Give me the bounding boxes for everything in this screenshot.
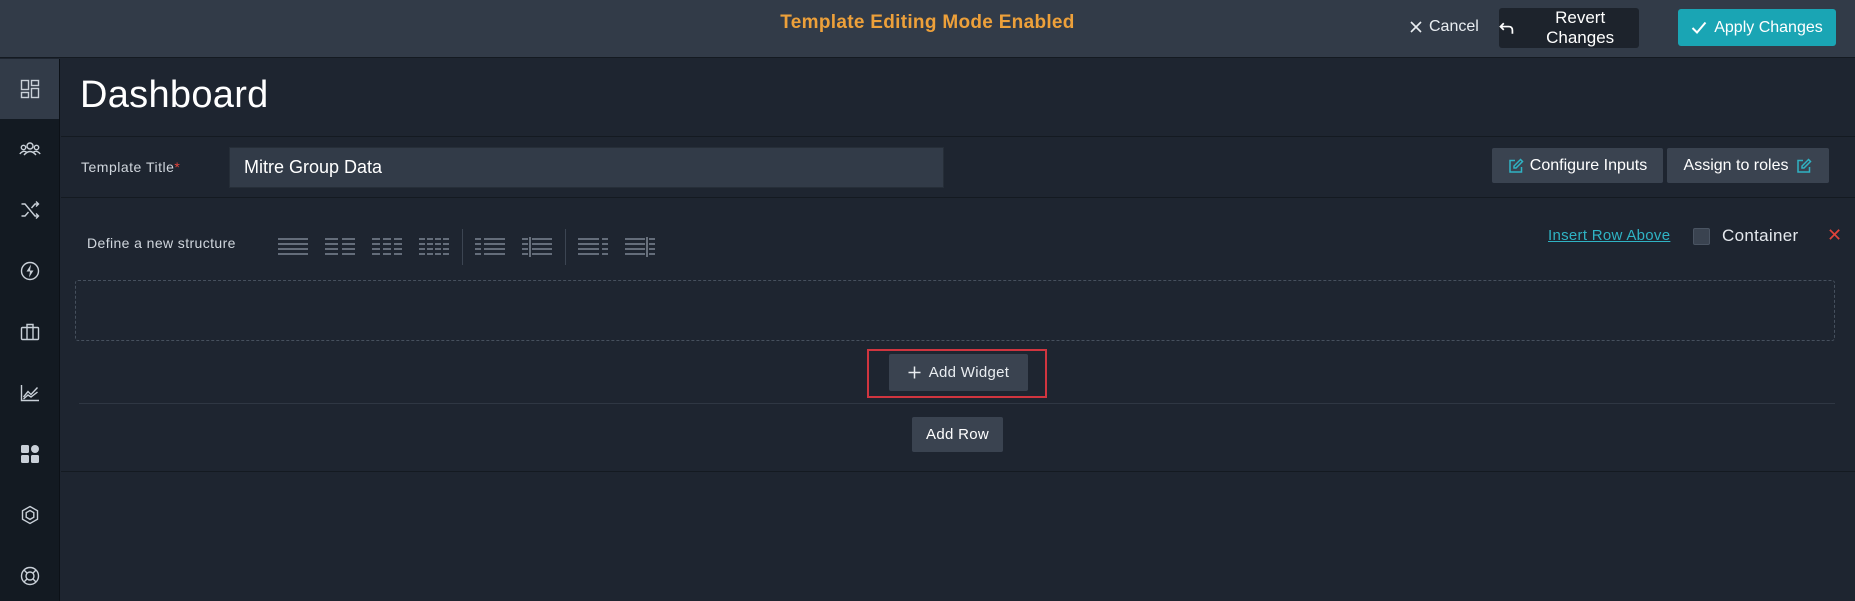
sidebar-item-analytics[interactable]	[0, 363, 59, 423]
row-structure-editor: Define a new structure Insert Row Above …	[61, 199, 1855, 472]
add-widget-button[interactable]: Add Widget	[889, 354, 1028, 391]
layout-4-columns-icon[interactable]	[417, 236, 451, 258]
assign-to-roles-button[interactable]: Assign to roles	[1667, 148, 1829, 183]
shuffle-icon	[21, 201, 39, 219]
widget-drop-zone[interactable]	[75, 280, 1835, 341]
configure-inputs-button[interactable]: Configure Inputs	[1492, 148, 1663, 183]
lifebuoy-icon	[20, 566, 39, 586]
layout-sidebar-right-icon[interactable]	[576, 236, 610, 258]
sidebar-item-dashboard[interactable]	[0, 59, 59, 119]
checkmark-icon	[1692, 21, 1707, 34]
revert-changes-button[interactable]: Revert Changes	[1499, 8, 1639, 48]
apply-changes-label: Apply Changes	[1714, 18, 1823, 36]
layout-outdent-icon[interactable]	[623, 236, 657, 258]
cancel-label: Cancel	[1429, 18, 1479, 35]
layout-3-columns-icon[interactable]	[370, 236, 404, 258]
template-title-input[interactable]	[229, 147, 944, 188]
add-row-button[interactable]: Add Row	[912, 417, 1003, 452]
row-divider	[79, 403, 1835, 404]
plus-icon	[908, 366, 921, 379]
container-label: Container	[1722, 226, 1799, 245]
configure-inputs-label: Configure Inputs	[1529, 156, 1648, 174]
layout-separator	[462, 229, 463, 265]
layout-separator	[565, 229, 566, 265]
add-widget-label: Add Widget	[928, 364, 1010, 381]
dashboard-icon	[20, 79, 39, 99]
page-title: Dashboard	[80, 74, 269, 116]
sidebar-item-groups[interactable]	[0, 119, 59, 179]
required-marker: *	[174, 159, 181, 175]
insert-row-above-link[interactable]: Insert Row Above	[1548, 227, 1670, 244]
chart-icon	[20, 385, 39, 402]
sidebar-item-widgets[interactable]	[0, 424, 59, 484]
lightning-icon	[20, 261, 39, 281]
cancel-button[interactable]: Cancel	[1400, 13, 1489, 41]
assign-to-roles-label: Assign to roles	[1683, 156, 1789, 174]
widgets-icon	[20, 445, 39, 463]
hexagon-icon	[21, 505, 38, 525]
template-title-label: Template Title*	[81, 159, 180, 175]
sidebar-item-content-hub[interactable]	[0, 485, 59, 545]
sidebar-item-resources[interactable]	[0, 302, 59, 362]
edit-icon	[1797, 157, 1813, 173]
edit-icon	[1509, 157, 1524, 173]
sidebar-item-workflows[interactable]	[0, 180, 59, 240]
sidebar-item-automation[interactable]	[0, 241, 59, 301]
group-icon	[18, 142, 41, 156]
template-title-label-text: Template Title	[81, 159, 175, 175]
remove-row-icon[interactable]: ✕	[1827, 225, 1842, 246]
apply-changes-button[interactable]: Apply Changes	[1678, 9, 1836, 46]
template-title-row: Template Title* Configure Inputs Assign …	[61, 138, 1855, 198]
layout-sidebar-left-icon[interactable]	[473, 236, 507, 258]
layout-1-column-icon[interactable]	[276, 236, 310, 258]
sidebar	[0, 59, 60, 601]
close-icon	[1410, 21, 1422, 33]
layout-2-columns-icon[interactable]	[323, 236, 357, 258]
layout-indent-icon[interactable]	[520, 236, 554, 258]
sidebar-item-support[interactable]	[0, 546, 59, 601]
structure-label: Define a new structure	[87, 235, 236, 251]
container-checkbox[interactable]	[1693, 228, 1710, 245]
top-banner: Template Editing Mode Enabled Cancel Rev…	[0, 0, 1855, 58]
page-header: Dashboard	[61, 59, 1855, 137]
undo-arrow-icon	[1499, 22, 1514, 34]
revert-changes-label: Revert Changes	[1546, 8, 1615, 47]
briefcase-icon	[20, 323, 39, 341]
